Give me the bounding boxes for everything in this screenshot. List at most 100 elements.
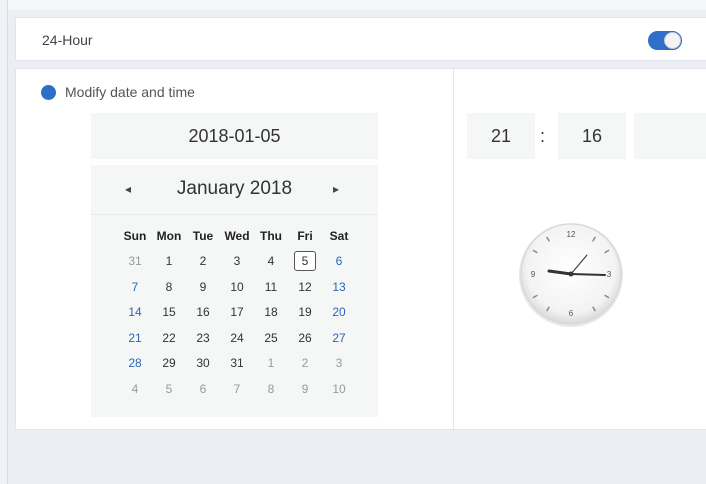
- calendar-day-number: 17: [230, 305, 244, 320]
- weekday-label: Sat: [329, 228, 349, 243]
- calendar-day[interactable]: 9: [288, 382, 322, 396]
- weekday-label: Tue: [192, 228, 214, 243]
- calendar-day-number: 31: [230, 356, 244, 371]
- calendar-day-number: 30: [196, 356, 210, 371]
- calendar-day-number: 8: [165, 279, 173, 294]
- calendar-day[interactable]: 4: [254, 254, 288, 268]
- calendar-day[interactable]: 24: [220, 331, 254, 345]
- hour24-label: 24-Hour: [42, 32, 93, 48]
- calendar-day-number: 1: [267, 356, 275, 371]
- calendar-day[interactable]: 18: [254, 305, 288, 319]
- calendar-day[interactable]: 29: [152, 356, 186, 370]
- calendar-day-number: 5: [165, 381, 173, 396]
- calendar-day-number: 10: [332, 381, 346, 396]
- calendar-day[interactable]: 28: [118, 356, 152, 370]
- hour-field[interactable]: 21: [467, 113, 535, 159]
- calendar-day-number: 31: [128, 254, 142, 269]
- calendar-weekday-row: Sun Mon Tue Wed Thu Fri Sat: [118, 223, 356, 249]
- calendar-day-number: 3: [233, 254, 241, 269]
- radio-dot-icon[interactable]: [41, 84, 56, 100]
- top-strip: [0, 0, 706, 10]
- calendar-day[interactable]: 6: [322, 254, 356, 268]
- calendar-day-number: 23: [196, 330, 210, 345]
- clock-minute-hand: [570, 273, 606, 276]
- calendar-day-number: 1: [165, 254, 173, 269]
- modify-datetime-option[interactable]: Modify date and time: [41, 84, 195, 100]
- calendar-day[interactable]: 10: [220, 280, 254, 294]
- calendar-day-number: 2: [199, 254, 207, 269]
- calendar-day-number: 19: [298, 305, 312, 320]
- calendar-day[interactable]: 9: [186, 280, 220, 294]
- calendar-day[interactable]: 2: [288, 356, 322, 370]
- calendar-day-selected[interactable]: 5: [288, 251, 322, 272]
- calendar-day[interactable]: 23: [186, 331, 220, 345]
- calendar-day-number: 8: [267, 381, 275, 396]
- clock-label-3: 3: [607, 270, 612, 279]
- calendar-day[interactable]: 5: [152, 382, 186, 396]
- calendar-day[interactable]: 7: [118, 280, 152, 294]
- calendar-day[interactable]: 13: [322, 280, 356, 294]
- calendar-day-number: 18: [264, 305, 278, 320]
- calendar-day-number: 9: [199, 279, 207, 294]
- calendar-day[interactable]: 8: [152, 280, 186, 294]
- calendar-week-row: 4 5 6 7 8 9 10: [118, 376, 356, 402]
- calendar-week-row: 21 22 23 24 25 26 27: [118, 325, 356, 351]
- calendar-day[interactable]: 7: [220, 382, 254, 396]
- next-month-icon[interactable]: ▸: [333, 182, 339, 196]
- calendar-day[interactable]: 20: [322, 305, 356, 319]
- calendar-day[interactable]: 4: [118, 382, 152, 396]
- calendar-day-number: 13: [332, 279, 346, 294]
- left-edge: [0, 0, 8, 484]
- calendar-day-number: 27: [332, 330, 346, 345]
- panel-divider: [453, 69, 454, 431]
- calendar-day[interactable]: 1: [254, 356, 288, 370]
- calendar-day[interactable]: 31: [220, 356, 254, 370]
- weekday-label: Wed: [224, 228, 250, 243]
- analog-clock-icon: 12 3 6 9: [519, 223, 623, 327]
- calendar-day-number: 10: [230, 279, 244, 294]
- calendar-day-number: 11: [264, 279, 278, 294]
- weekday-label: Mon: [156, 228, 182, 243]
- calendar-day-number: 29: [162, 356, 176, 371]
- weekday-label: Fri: [297, 228, 313, 243]
- calendar-day-number: 4: [267, 254, 275, 269]
- calendar-day[interactable]: 16: [186, 305, 220, 319]
- calendar-day[interactable]: 6: [186, 382, 220, 396]
- calendar-day[interactable]: 19: [288, 305, 322, 319]
- calendar-day[interactable]: 2: [186, 254, 220, 268]
- calendar-day[interactable]: 12: [288, 280, 322, 294]
- calendar-day[interactable]: 31: [118, 254, 152, 268]
- minute-field[interactable]: 16: [558, 113, 626, 159]
- calendar-day[interactable]: 3: [220, 254, 254, 268]
- calendar-day-number: 21: [128, 330, 142, 345]
- clock-label-9: 9: [531, 270, 536, 279]
- calendar-day[interactable]: 10: [322, 382, 356, 396]
- calendar-day-number: 22: [162, 330, 176, 345]
- clock-label-6: 6: [569, 309, 574, 318]
- calendar-day-number: 16: [196, 305, 210, 320]
- calendar-day[interactable]: 8: [254, 382, 288, 396]
- calendar-day-number: 6: [335, 254, 343, 269]
- hour24-toggle[interactable]: [648, 31, 682, 50]
- calendar-day[interactable]: 1: [152, 254, 186, 268]
- calendar-day-number: 6: [199, 381, 207, 396]
- calendar-week-row: 7 8 9 10 11 12 13: [118, 274, 356, 300]
- calendar-day-number: 12: [298, 279, 312, 294]
- calendar-header: ◂ January 2018 ▸: [91, 165, 378, 215]
- second-field[interactable]: [634, 113, 706, 159]
- calendar-day[interactable]: 11: [254, 280, 288, 294]
- clock-label-12: 12: [567, 230, 576, 239]
- calendar-day[interactable]: 21: [118, 331, 152, 345]
- calendar-day[interactable]: 25: [254, 331, 288, 345]
- calendar-day[interactable]: 3: [322, 356, 356, 370]
- calendar-day[interactable]: 22: [152, 331, 186, 345]
- calendar-day[interactable]: 15: [152, 305, 186, 319]
- calendar-day[interactable]: 27: [322, 331, 356, 345]
- calendar-day[interactable]: 17: [220, 305, 254, 319]
- calendar-week-row: 14 15 16 17 18 19 20: [118, 300, 356, 326]
- calendar-day-number: 7: [131, 279, 139, 294]
- date-field[interactable]: 2018-01-05: [91, 113, 378, 159]
- calendar-day[interactable]: 14: [118, 305, 152, 319]
- calendar-day[interactable]: 26: [288, 331, 322, 345]
- calendar-day[interactable]: 30: [186, 356, 220, 370]
